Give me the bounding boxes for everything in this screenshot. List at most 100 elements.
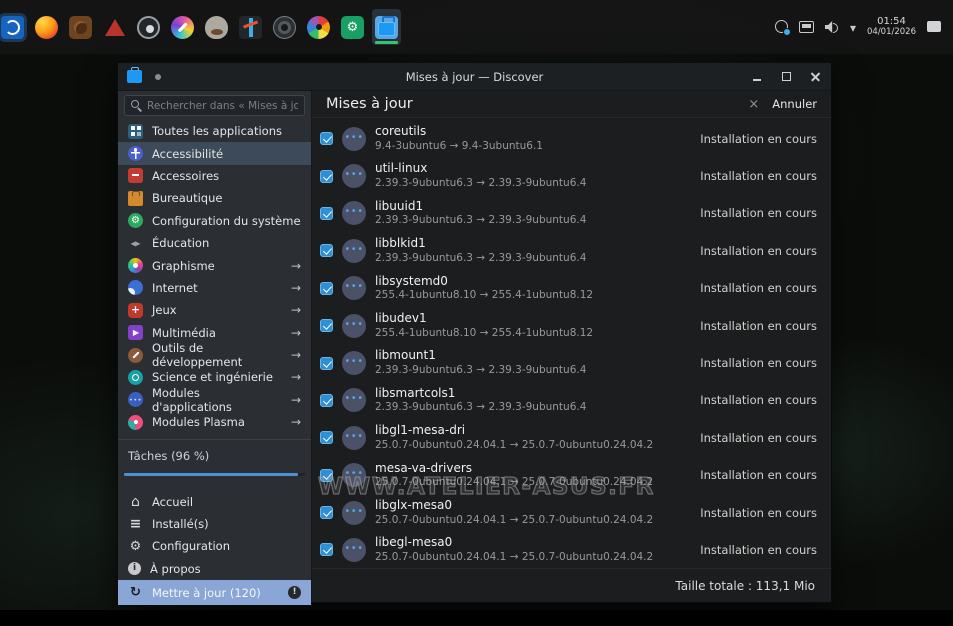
package-icon <box>342 351 366 375</box>
sidebar-category-dev[interactable]: Outils de développement <box>118 344 311 366</box>
sidebar-nav-item-config[interactable]: Configuration <box>118 535 311 557</box>
package-checkbox[interactable] <box>320 132 333 145</box>
bottom-strip <box>0 610 953 626</box>
graph-icon <box>128 258 143 273</box>
taskbar-app-pinwheel[interactable] <box>304 9 333 45</box>
package-name: util-linux <box>375 161 586 177</box>
taskbar-app-kdenlive[interactable] <box>236 9 265 45</box>
sidebar-nav-item-about[interactable]: À propos <box>118 558 311 580</box>
taskbar-app-greentools[interactable] <box>338 9 367 45</box>
dev-icon <box>128 348 143 363</box>
package-version: 2.39.3-9ubuntu6.3 → 2.39.3-9ubuntu6.4 <box>375 214 586 228</box>
sidebar-category-graph[interactable]: Graphisme <box>118 254 311 276</box>
taskbar-app-packagebox[interactable] <box>66 9 95 45</box>
total-size-label: Taille totale : 113,1 Mio <box>675 579 815 593</box>
package-checkbox[interactable] <box>320 170 333 183</box>
package-status: Installation en cours <box>700 132 817 146</box>
package-row[interactable]: libudev1 255.4-1ubuntu8.10 → 255.4-1ubun… <box>312 307 831 344</box>
cancel-label: Annuler <box>772 97 817 111</box>
package-status: Installation en cours <box>700 468 817 482</box>
sidebar-category-plasmamods[interactable]: Modules Plasma <box>118 411 311 433</box>
package-icon <box>342 127 366 151</box>
category-label: Accessoires <box>152 169 219 183</box>
lens-icon <box>273 16 296 39</box>
volume-icon[interactable] <box>825 21 839 33</box>
chevron-right-icon <box>291 259 301 273</box>
nav-label: À propos <box>150 562 201 576</box>
chevron-down-icon[interactable] <box>850 17 856 36</box>
internet-icon <box>128 280 143 295</box>
package-row[interactable]: libsystemd0 255.4-1ubuntu8.10 → 255.4-1u… <box>312 270 831 307</box>
sidebar-category-edu[interactable]: Éducation <box>118 232 311 254</box>
sidebar-nav-item-installed[interactable]: Installé(s) <box>118 513 311 535</box>
package-icon <box>342 463 366 487</box>
package-row[interactable]: coreutils 9.4-3ubuntu6 → 9.4-3ubuntu6.1 … <box>312 120 831 157</box>
sidebar-category-toolbox[interactable]: Accessoires <box>118 165 311 187</box>
package-status: Installation en cours <box>700 281 817 295</box>
sidebar-category-allapps[interactable]: Toutes les applications <box>118 120 311 142</box>
taskbar-apps <box>0 9 401 45</box>
chevron-right-icon <box>291 326 301 340</box>
package-checkbox[interactable] <box>320 394 333 407</box>
clipboard-icon[interactable] <box>799 21 814 33</box>
pinwheel-icon <box>307 16 330 39</box>
maximize-button[interactable] <box>779 70 793 84</box>
package-row[interactable]: libblkid1 2.39.3-9ubuntu6.3 → 2.39.3-9ub… <box>312 232 831 269</box>
sidebar-category-internet[interactable]: Internet <box>118 277 311 299</box>
package-row[interactable]: libsmartcols1 2.39.3-9ubuntu6.3 → 2.39.3… <box>312 382 831 419</box>
package-icon <box>342 388 366 412</box>
pin-indicator-icon[interactable] <box>155 74 161 80</box>
close-button[interactable] <box>808 70 822 84</box>
package-checkbox[interactable] <box>320 319 333 332</box>
package-checkbox[interactable] <box>320 244 333 257</box>
package-icon <box>342 201 366 225</box>
sidebar-category-access[interactable]: Accessibilité <box>118 142 311 164</box>
search-input[interactable] <box>147 100 298 112</box>
package-checkbox[interactable] <box>320 543 333 556</box>
package-status: Installation en cours <box>700 319 817 333</box>
sidebar-category-sysconf[interactable]: Configuration du système <box>118 210 311 232</box>
package-row[interactable]: libgl1-mesa-dri 25.0.7-0ubuntu0.24.04.1 … <box>312 419 831 456</box>
minimize-button[interactable] <box>750 70 764 84</box>
search-field[interactable] <box>124 95 305 116</box>
package-checkbox[interactable] <box>320 357 333 370</box>
package-row[interactable]: libegl-mesa0 25.0.7-0ubuntu0.24.04.1 → 2… <box>312 531 831 568</box>
window-controls <box>750 70 822 84</box>
package-name: libegl-mesa0 <box>375 535 653 551</box>
cancel-button[interactable]: Annuler <box>748 97 817 111</box>
updates-page: Mises à jour Annuler coreutils 9.4-3ubun… <box>312 91 831 602</box>
titlebar[interactable]: Mises à jour — Discover <box>118 63 831 91</box>
package-name: libsmartcols1 <box>375 386 586 402</box>
allapps-icon <box>128 124 143 139</box>
clock[interactable]: 01:54 04/01/2026 <box>867 16 916 37</box>
sidebar-category-brief[interactable]: Bureautique <box>118 187 311 209</box>
taskbar-app-gimp[interactable] <box>202 9 231 45</box>
tasks-label: Tâches (96 %) <box>118 440 311 463</box>
taskbar-app-launcher[interactable] <box>0 9 27 45</box>
package-checkbox[interactable] <box>320 506 333 519</box>
sidebar-category-appmods[interactable]: Modules d'applications <box>118 389 311 411</box>
sidebar-category-games[interactable]: Jeux <box>118 299 311 321</box>
package-row[interactable]: libmount1 2.39.3-9ubuntu6.3 → 2.39.3-9ub… <box>312 344 831 381</box>
taskbar-app-discover[interactable] <box>372 9 401 45</box>
taskbar-app-krita[interactable] <box>168 9 197 45</box>
science-icon <box>128 370 143 385</box>
package-row[interactable]: libuuid1 2.39.3-9ubuntu6.3 → 2.39.3-9ubu… <box>312 195 831 232</box>
sidebar-nav-item-home[interactable]: Accueil <box>118 490 311 512</box>
package-checkbox[interactable] <box>320 431 333 444</box>
taskbar-app-firefox[interactable] <box>32 9 61 45</box>
taskbar-app-lens[interactable] <box>270 9 299 45</box>
package-row[interactable]: mesa-va-drivers 25.0.7-0ubuntu0.24.04.1 … <box>312 457 831 494</box>
show-desktop-icon[interactable] <box>927 21 941 32</box>
updates-available-icon[interactable] <box>775 20 788 33</box>
nav-label: Accueil <box>152 495 193 509</box>
package-name: libuuid1 <box>375 199 586 215</box>
package-checkbox[interactable] <box>320 469 333 482</box>
taskbar-app-redtri[interactable] <box>100 9 129 45</box>
package-checkbox[interactable] <box>320 207 333 220</box>
package-row[interactable]: libglx-mesa0 25.0.7-0ubuntu0.24.04.1 → 2… <box>312 494 831 531</box>
taskbar-app-obs[interactable] <box>134 9 163 45</box>
package-row[interactable]: util-linux 2.39.3-9ubuntu6.3 → 2.39.3-9u… <box>312 157 831 194</box>
package-checkbox[interactable] <box>320 282 333 295</box>
sidebar-item-update[interactable]: Mettre à jour (120) <box>118 580 311 605</box>
